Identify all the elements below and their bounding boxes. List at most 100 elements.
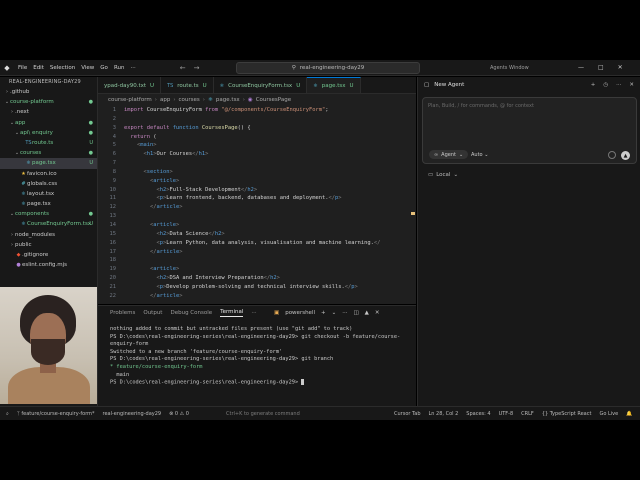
agent-title[interactable]: New Agent [434,82,464,88]
close-icon[interactable]: ✕ [618,64,623,71]
add-icon[interactable]: + [591,82,596,88]
indentation-status[interactable]: Spaces: 4 [466,411,490,417]
command-center-search[interactable]: ⚲ real-engineering-day29 [236,62,420,74]
notifications-icon[interactable]: 🔔 [626,411,632,417]
code-line[interactable]: 3 export default function CoursesPage() { [98,124,416,133]
tree-item[interactable]: # globals.css [0,179,97,189]
editor-tab[interactable]: TS route.ts U [161,77,214,93]
code-line[interactable]: 21 <p>Develop problem-solving and techni… [98,283,416,292]
tab-debug-console[interactable]: Debug Console [170,310,212,316]
tree-item[interactable]: ⚛ page.tsx [0,199,97,209]
code-line[interactable]: 14 <article> [98,221,416,230]
code-line[interactable]: 8 <section> [98,168,416,177]
model-select[interactable]: Auto ⌄ [471,152,488,158]
tab-output[interactable]: Output [143,310,162,316]
tree-item[interactable]: ⚛ page.tsx U [0,158,97,169]
tree-item[interactable]: ⌄ components ● [0,209,97,219]
code-line[interactable]: 18 [98,256,416,265]
tree-item[interactable]: TS route.ts U [0,138,97,148]
code-line[interactable]: 22 </article> [98,292,416,301]
image-attach-icon[interactable] [608,151,616,159]
new-terminal-icon[interactable]: + [321,310,326,316]
send-icon[interactable]: ▲ [621,151,630,160]
code-line[interactable]: 9 <article> [98,177,416,186]
code-line[interactable]: 7 [98,159,416,168]
more-icon[interactable]: ··· [342,310,347,316]
language-mode[interactable]: {} TypeScript React [542,411,592,417]
agent-location-select[interactable]: ▭ Local ⌄ [428,172,458,178]
code-line[interactable]: 12 </article> [98,203,416,212]
go-live-button[interactable]: Go Live [599,411,618,417]
minimize-icon[interactable]: — [578,64,584,71]
workspace-status[interactable]: real-engineering-day29 [103,411,162,417]
menu-run[interactable]: Run [114,65,125,71]
code-line[interactable]: 17 </article> [98,248,416,257]
breadcrumb-item[interactable]: page.tsx [216,97,240,103]
menu-more[interactable]: ··· [130,65,135,71]
close-panel-icon[interactable]: ✕ [375,310,380,316]
maximize-icon[interactable]: □ [598,64,604,71]
split-panel-icon[interactable]: ◫ [353,310,358,316]
history-icon[interactable]: ◷ [603,82,608,88]
tree-item[interactable]: › .next [0,107,97,117]
chevron-down-icon[interactable]: ⌄ [332,310,337,316]
maximize-panel-icon[interactable]: ▲ [365,310,369,316]
agent-mode-select[interactable]: ∞ Agent ⌄ [429,150,469,159]
editor-tab[interactable]: ypad-day90.txt U [98,77,162,93]
code-line[interactable]: 16 <p>Learn Python, data analysis, visua… [98,239,416,248]
tree-item[interactable]: ● eslint.config.mjs [0,260,97,270]
agent-input-placeholder[interactable]: Plan, Build, / for commands, @ for conte… [428,103,534,109]
tab-terminal[interactable]: Terminal [220,309,244,317]
tree-item[interactable]: › node_modules [0,230,97,240]
tree-item[interactable]: ⚛ layout.tsx [0,189,97,199]
editor-tab[interactable]: ⚛ CourseEnquiryForm.tsx U [214,77,308,93]
agent-input-box[interactable]: Plan, Build, / for commands, @ for conte… [422,97,637,164]
code-line[interactable]: 1 import CourseEnquiryForm from "@/compon… [98,106,416,115]
code-line[interactable]: 2 [98,115,416,124]
code-line[interactable]: 10 <h2>Full-Stack Development</h2> [98,186,416,195]
breadcrumb-item[interactable]: app [160,97,170,103]
shell-name[interactable]: powershell [285,310,315,316]
code-line[interactable]: 20 <h2>DSA and Interview Preparation</h2… [98,274,416,283]
code-line[interactable]: 5 <main> [98,141,416,150]
menu-go[interactable]: Go [100,65,108,71]
tree-item[interactable]: ⌄ courses ● [0,148,97,158]
problems-status[interactable]: ⊗ 0 ⚠ 0 [169,411,189,417]
agents-window-button[interactable]: Agents Window [490,65,529,71]
tree-item[interactable]: ★ favicon.ico [0,169,97,179]
tree-item[interactable]: › public [0,240,97,250]
menu-edit[interactable]: Edit [33,65,44,71]
menu-view[interactable]: View [81,65,94,71]
forward-arrow-icon[interactable]: → [194,64,200,72]
tab-problems[interactable]: Problems [110,310,135,316]
tree-item[interactable]: ⌄ app ● [0,118,97,128]
encoding-status[interactable]: UTF-8 [499,411,514,417]
tree-item[interactable]: ⌄ api\ enquiry ● [0,128,97,138]
remote-icon[interactable]: ⌕ [6,411,9,417]
tree-item[interactable]: ⚛ CourseEnquiryForm.tsx U [0,219,97,229]
tree-item[interactable]: ◆ .gitignore [0,250,97,260]
cursor-tab-status[interactable]: Cursor Tab [394,411,421,417]
tree-item[interactable]: › .github [0,87,97,97]
close-icon[interactable]: ✕ [629,82,634,88]
editor-tab[interactable]: ⚛ page.tsx U [307,77,361,93]
cursor-position[interactable]: Ln 28, Col 2 [429,411,459,417]
panel-more-button[interactable]: ··· [251,310,256,316]
code-line[interactable]: 4 return ( [98,133,416,142]
code-line[interactable]: 6 <h1>Our Courses</h1> [98,150,416,159]
git-branch-status[interactable]: ᛉ feature/course-enquiry-form* [17,411,95,417]
back-arrow-icon[interactable]: ← [180,64,186,72]
code-line[interactable]: 11 <p>Learn frontend, backend, databases… [98,194,416,203]
breadcrumb-item[interactable]: CoursesPage [256,97,291,103]
line-ending-status[interactable]: CRLF [521,411,534,417]
more-icon[interactable]: ··· [616,82,621,88]
code-line[interactable]: 19 <article> [98,265,416,274]
menu-file[interactable]: File [18,65,27,71]
code-line[interactable]: 15 <h2>Data Science</h2> [98,230,416,239]
breadcrumb-item[interactable]: course-platform [108,97,152,103]
menu-selection[interactable]: Selection [50,65,75,71]
code-line[interactable]: 13 [98,212,416,221]
terminal-output[interactable]: nothing added to commit but untracked fi… [98,320,416,387]
code-editor[interactable]: 1 import CourseEnquiryForm from "@/compon… [98,106,416,304]
breadcrumb-item[interactable]: courses [179,97,200,103]
